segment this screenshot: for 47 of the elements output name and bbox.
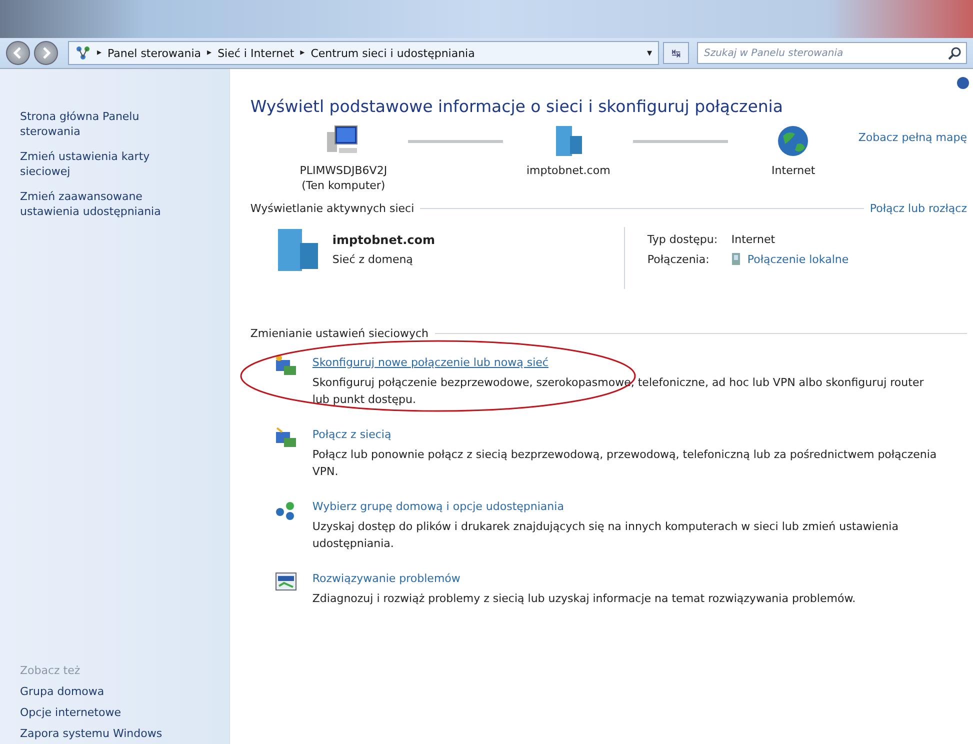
separator-arrow: ▸	[300, 48, 305, 58]
node-label: Internet	[772, 164, 816, 177]
search-field[interactable]: Szukaj w Panelu sterowania	[697, 42, 967, 64]
full-map-link[interactable]: Zobacz pełną mapę	[858, 131, 967, 192]
task-description: Połącz lub ponownie połącz z siecią bezprzewodową, przewodową, telefoniczną lub za pośrednictwem połączenia VPN.	[312, 447, 938, 480]
separator-arrow: ▸	[97, 48, 102, 58]
page-title: Wyświetl podstawowe informacje o sieci i skonfiguruj połączenia	[250, 97, 784, 116]
breadcrumb[interactable]: Centrum sieci i udostępniania	[310, 46, 475, 60]
sidebar-link[interactable]: Strona główna Panelu sterowania	[20, 109, 190, 139]
task-link[interactable]: Rozwiązywanie problemów	[312, 572, 856, 585]
address-field[interactable]: ▸ Panel sterowania ▸ Sieć i Internet ▸ Centrum sieci i udostępniania ▾	[68, 41, 659, 65]
network-type: Sieć z domeną	[332, 253, 414, 266]
node-sublabel: (Ten komputer)	[302, 179, 386, 192]
node-label: PLIMWSDJB6V2J	[300, 164, 388, 177]
task-description: Uzyskaj dostęp do plików i drukarek znajdujących się na innych komputerach w sieci lub zmień ustawienia udostępniania.	[312, 519, 900, 552]
help-icon[interactable]	[957, 77, 969, 89]
dropdown-arrow[interactable]: ▾	[646, 48, 652, 58]
section-heading: Wyświetlanie aktywnych sieci	[250, 202, 414, 215]
connections-label: Połączenia:	[647, 252, 710, 266]
back-button[interactable]	[6, 41, 30, 65]
access-type-value: Internet	[731, 233, 776, 246]
network-setup-icon	[274, 354, 298, 378]
see-also-link[interactable]: Opcje internetowe	[20, 706, 216, 719]
connection-link[interactable]: Połączenie lokalne	[747, 252, 849, 266]
forward-button[interactable]	[34, 41, 58, 65]
sidebar-link[interactable]: Zmień zaawansowane ustawienia udostępniania	[20, 189, 190, 219]
refresh-button[interactable]: ↹	[663, 42, 689, 64]
sidebar-link[interactable]: Zmień ustawienia karty sieciowej	[20, 149, 190, 179]
section-heading: Zmienianie ustawień sieciowych	[250, 327, 428, 340]
task-link[interactable]: Skonfiguruj nowe połączenie lub nową sieć	[312, 356, 938, 369]
node-label: imptobnet.com	[526, 164, 610, 177]
see-also-link[interactable]: Grupa domowa	[20, 685, 216, 698]
network-name: imptobnet.com	[332, 233, 436, 247]
network-icon	[75, 45, 91, 61]
connect-disconnect-link[interactable]: Połącz lub rozłącz	[870, 202, 967, 215]
search-icon	[948, 46, 962, 60]
task-link[interactable]: Połącz z siecią	[312, 428, 938, 441]
separator-arrow: ▸	[207, 48, 212, 58]
breadcrumb[interactable]: Panel sterowania	[108, 46, 202, 60]
see-also-link[interactable]: Zapora systemu Windows	[20, 727, 216, 740]
task-description: Zdiagnozuj i rozwiąż problemy z siecią lub uzyskaj informacje na temat rozwiązywania problemów.	[312, 591, 856, 607]
see-also-heading: Zobacz też	[20, 664, 82, 677]
network-connect-icon	[274, 426, 298, 450]
network-adapter-icon	[731, 252, 742, 266]
access-type-label: Typ dostępu:	[647, 233, 719, 246]
task-link[interactable]: Wybierz grupę domową i opcje udostępniania	[312, 500, 938, 513]
breadcrumb[interactable]: Sieć i Internet	[218, 46, 294, 60]
